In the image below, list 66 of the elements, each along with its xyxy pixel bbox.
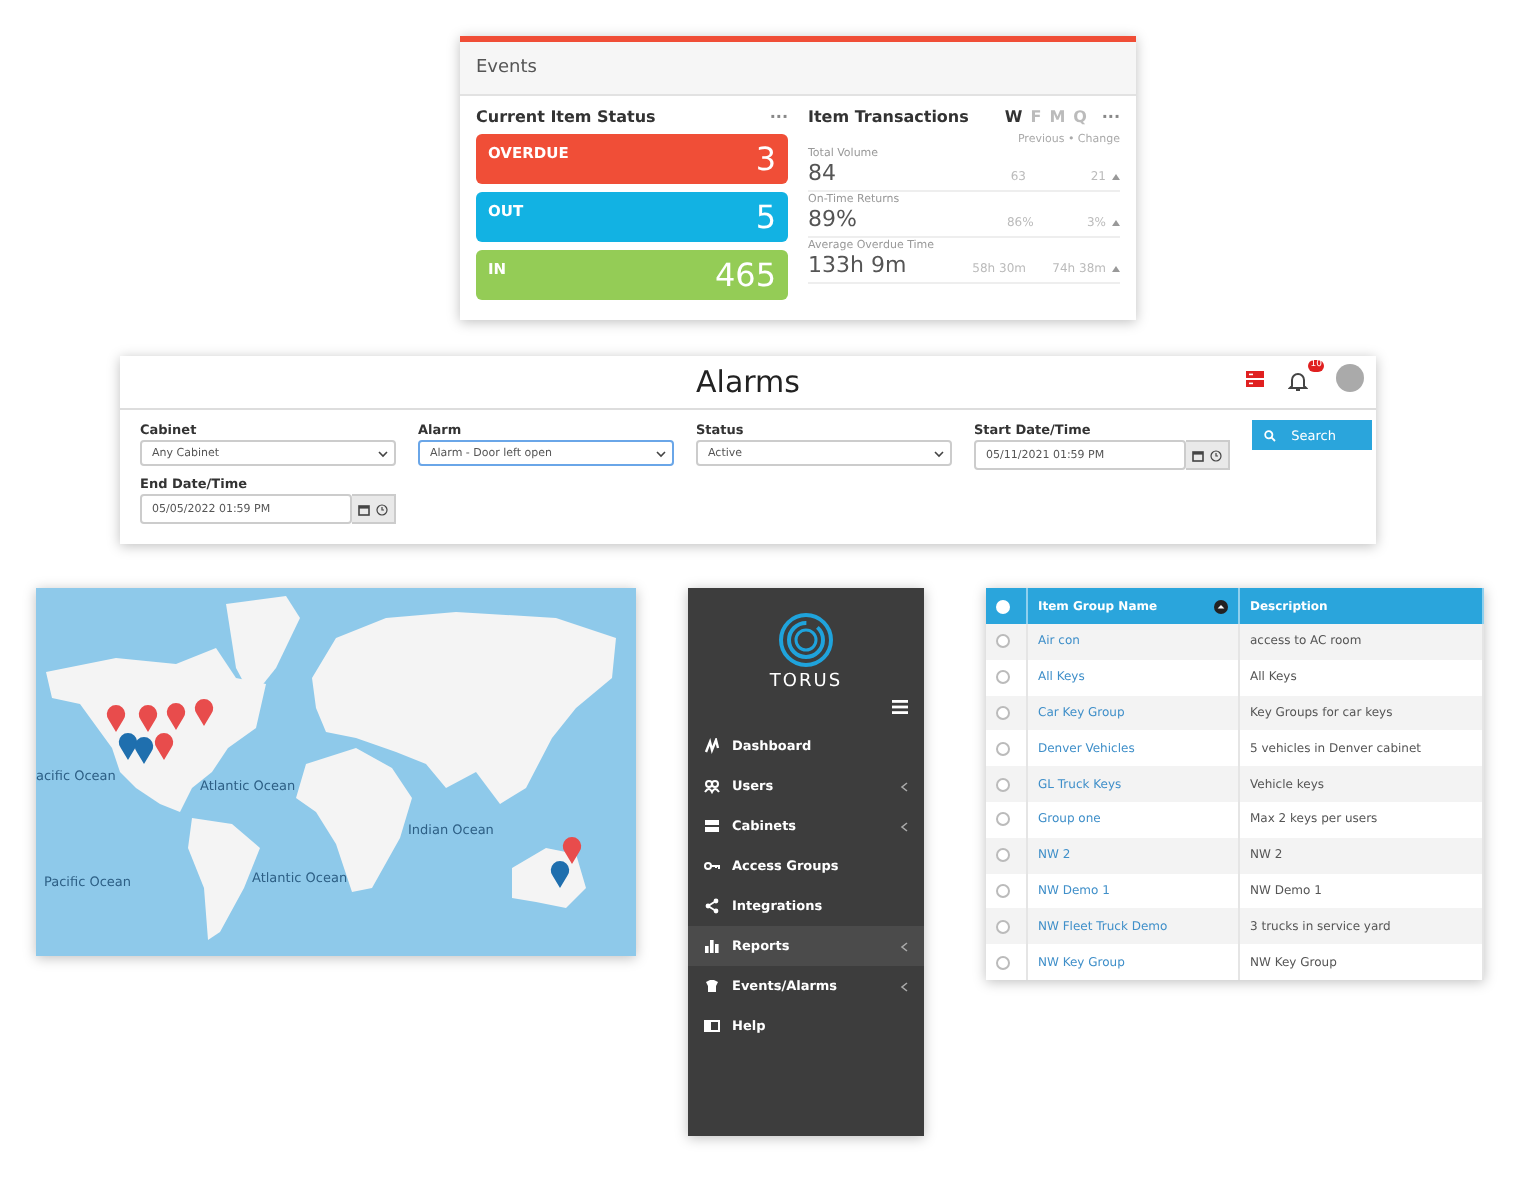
more-button[interactable]: ··· [1101, 108, 1120, 126]
card-title: Events [460, 42, 1136, 96]
cabinet-icon [704, 818, 720, 834]
users-icon [704, 778, 720, 794]
row-radio[interactable] [996, 634, 1010, 649]
cabinet-icon[interactable] [1246, 369, 1264, 387]
section-title: Item Transactions [808, 108, 969, 126]
avatar[interactable] [1336, 364, 1364, 392]
row-radio[interactable] [996, 741, 1010, 756]
menu-icon[interactable] [892, 700, 908, 714]
up-triangle-icon [1112, 220, 1120, 226]
row-radio[interactable] [996, 848, 1010, 863]
shirt-icon [704, 978, 720, 994]
help-book-icon [704, 1018, 720, 1034]
row-radio[interactable] [996, 955, 1010, 970]
chevron-left-icon [900, 781, 908, 791]
status-count: 3 [755, 138, 776, 182]
period-tab[interactable]: F [1030, 108, 1042, 126]
calendar-icon[interactable] [1192, 449, 1204, 461]
period-tab[interactable]: W [1004, 108, 1023, 126]
chevron-down-icon [378, 449, 388, 457]
map-pin-icon[interactable] [562, 837, 582, 864]
up-triangle-icon [1112, 266, 1120, 272]
metric-value: 133h 9m [808, 252, 909, 278]
search-icon [1264, 429, 1276, 441]
map-pin-icon[interactable] [106, 705, 126, 732]
metric-value: 89% [808, 206, 859, 232]
section-title: Current Item Status [476, 108, 656, 126]
key-icon [704, 858, 720, 874]
row-radio[interactable] [996, 919, 1010, 934]
period-tab[interactable]: Q [1073, 108, 1087, 126]
map-pin-icon[interactable] [194, 699, 214, 726]
map-pin-icon[interactable] [166, 703, 186, 730]
bar-chart-icon [704, 938, 720, 954]
map-pin-icon[interactable] [550, 861, 570, 888]
metric-value: 84 [808, 160, 838, 186]
chevron-down-icon [656, 449, 666, 457]
clock-icon[interactable] [376, 503, 388, 515]
chevron-left-icon [900, 821, 908, 831]
more-button[interactable]: ··· [769, 108, 788, 126]
row-radio[interactable] [996, 883, 1010, 898]
status-count: 465 [714, 254, 776, 298]
status-count: 5 [755, 196, 776, 240]
row-radio[interactable] [996, 812, 1010, 827]
map-pin-icon[interactable] [118, 733, 138, 760]
chart-line-icon [704, 738, 720, 754]
share-icon [704, 898, 720, 914]
row-radio[interactable] [996, 777, 1010, 792]
map-pin-icon[interactable] [134, 737, 154, 764]
select-all-radio[interactable] [996, 599, 1010, 613]
sort-icon[interactable] [1214, 599, 1228, 613]
brand-name: TORUS [769, 672, 843, 692]
chevron-down-icon [934, 449, 944, 457]
row-radio[interactable] [996, 670, 1010, 685]
bell-icon[interactable] [1288, 370, 1308, 394]
chevron-left-icon [900, 941, 908, 951]
chevron-left-icon [900, 981, 908, 991]
row-radio[interactable] [996, 705, 1010, 720]
map-pin-icon[interactable] [138, 705, 158, 732]
calendar-icon[interactable] [358, 503, 370, 515]
clock-icon[interactable] [1210, 449, 1222, 461]
up-triangle-icon [1112, 174, 1120, 180]
period-tab[interactable]: M [1049, 108, 1066, 126]
page-title: Alarms [696, 364, 800, 400]
map-pin-icon[interactable] [154, 733, 174, 760]
ring-logo-icon [778, 612, 834, 668]
